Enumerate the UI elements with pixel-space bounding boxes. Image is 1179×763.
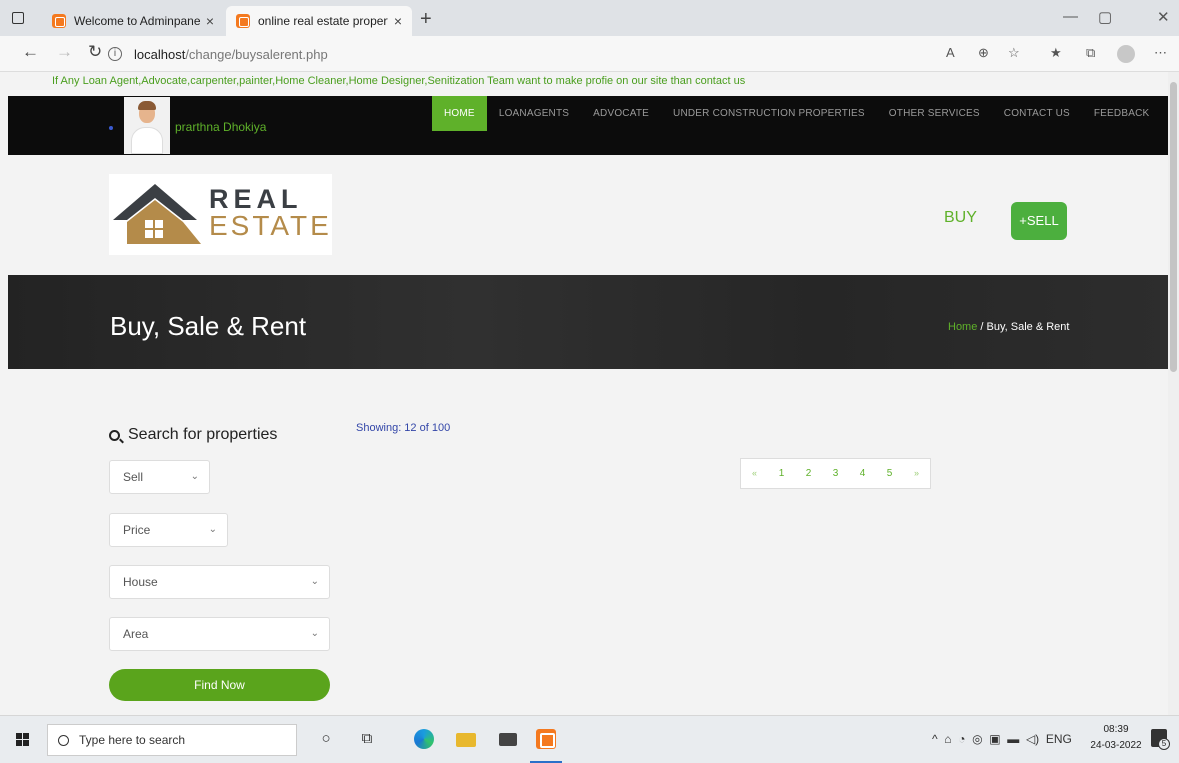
- chevron-down-icon: ⌄: [190, 471, 199, 482]
- nav-loanagents[interactable]: LOANAGENTS: [487, 96, 581, 131]
- more-menu-icon[interactable]: ⋯: [1154, 45, 1167, 61]
- page-5[interactable]: 5: [876, 459, 903, 488]
- system-tray[interactable]: ^ ⌂ ◔ ◎ ▣ ▬ ◁) ENG: [932, 732, 1072, 746]
- price-select[interactable]: Price ⌄: [109, 513, 228, 547]
- nav-feedback[interactable]: FEEDBACK: [1082, 96, 1162, 131]
- search-icon: [109, 429, 120, 441]
- pagination: « 1 2 3 4 5 »: [740, 458, 931, 489]
- property-type-value: House: [123, 575, 158, 589]
- xampp-favicon-icon: [236, 14, 250, 28]
- site-logo[interactable]: REAL ESTATE: [109, 174, 332, 255]
- notification-count: 5: [1158, 738, 1170, 750]
- new-tab-button[interactable]: +: [420, 8, 432, 31]
- nav-advocate[interactable]: ADVOCATE: [581, 96, 661, 131]
- tab-bar: Welcome to Adminpanel × online real esta…: [0, 0, 1179, 36]
- user-avatar[interactable]: [124, 97, 170, 154]
- clock-date: 24-03-2022: [1090, 740, 1142, 751]
- web-page: If Any Loan Agent,Advocate,carpenter,pai…: [0, 72, 1168, 715]
- nav-under-construction[interactable]: UNDER CONSTRUCTION PROPERTIES: [661, 96, 877, 131]
- nav-menu: HOME LOANAGENTS ADVOCATE UNDER CONSTRUCT…: [432, 96, 1161, 131]
- url-path: /change/buysalerent.php: [185, 46, 328, 62]
- forward-icon[interactable]: →: [56, 42, 73, 62]
- edge-browser-icon[interactable]: [414, 729, 434, 749]
- type-select[interactable]: Sell ⌄: [109, 460, 210, 494]
- top-navbar: prarthna Dhokiya HOME LOANAGENTS ADVOCAT…: [8, 96, 1168, 155]
- maximize-button[interactable]: ▢: [1098, 8, 1112, 26]
- file-explorer-icon[interactable]: [456, 733, 476, 747]
- page-scrollbar[interactable]: [1168, 72, 1179, 715]
- chevron-down-icon: ⌄: [310, 576, 319, 587]
- tab-title: online real estate property mana: [258, 14, 388, 28]
- page-next[interactable]: »: [903, 459, 930, 488]
- breadcrumb-home[interactable]: Home: [948, 321, 977, 333]
- notification-center-icon[interactable]: 5: [1151, 729, 1170, 750]
- search-heading: Search for properties: [109, 426, 277, 444]
- results-count: Showing: 12 of 100: [356, 422, 451, 434]
- favorite-add-icon[interactable]: ☆: [1008, 45, 1020, 61]
- xampp-favicon-icon: [52, 14, 66, 28]
- breadcrumb-current: / Buy, Sale & Rent: [977, 321, 1070, 333]
- taskbar-clock[interactable]: 08:39 24-03-2022: [1086, 722, 1146, 754]
- logo-word-estate: ESTATE: [209, 210, 332, 241]
- profile-avatar-icon[interactable]: [1117, 45, 1135, 63]
- notice-text: If Any Loan Agent,Advocate,carpenter,pai…: [52, 75, 746, 87]
- tab-actions-icon[interactable]: [12, 12, 24, 24]
- tab-adminpanel[interactable]: Welcome to Adminpanel ×: [42, 6, 224, 36]
- page-3[interactable]: 3: [822, 459, 849, 488]
- nav-other-services[interactable]: OTHER SERVICES: [877, 96, 992, 131]
- taskbar-search[interactable]: Type here to search: [47, 724, 297, 756]
- tab-real-estate[interactable]: online real estate property mana ×: [226, 6, 412, 36]
- sell-button[interactable]: +SELL: [1011, 202, 1067, 240]
- chevron-down-icon: ⌄: [310, 628, 319, 639]
- url-host: localhost: [134, 46, 186, 62]
- property-type-select[interactable]: House ⌄: [109, 565, 330, 599]
- house-logo-icon: [113, 184, 201, 244]
- refresh-icon[interactable]: ↻: [88, 42, 102, 62]
- windows-taskbar: Type here to search ○ ⧉ ^ ⌂ ◔ ◎ ▣ ▬ ◁) E…: [0, 715, 1179, 763]
- input-language[interactable]: ENG: [1046, 732, 1072, 746]
- tab-title: Welcome to Adminpanel: [74, 14, 200, 28]
- page-1[interactable]: 1: [768, 459, 795, 488]
- scrollbar-thumb[interactable]: [1170, 82, 1177, 372]
- taskbar-search-placeholder: Type here to search: [79, 733, 186, 747]
- price-select-value: Price: [123, 523, 151, 537]
- browser-window: Welcome to Adminpanel × online real esta…: [0, 0, 1179, 763]
- breadcrumb: Home / Buy, Sale & Rent: [948, 321, 1069, 333]
- type-select-value: Sell: [123, 470, 144, 484]
- nav-home[interactable]: HOME: [432, 96, 487, 131]
- windows-start-icon[interactable]: [16, 733, 29, 746]
- area-select[interactable]: Area ⌄: [109, 617, 330, 651]
- page-4[interactable]: 4: [849, 459, 876, 488]
- site-info-icon[interactable]: i: [108, 47, 122, 61]
- tab-close-icon[interactable]: ×: [394, 13, 402, 29]
- zoom-icon[interactable]: ⊕: [978, 45, 989, 61]
- mail-icon[interactable]: [499, 733, 517, 746]
- search-icon: [58, 734, 69, 746]
- page-prev[interactable]: «: [741, 459, 768, 488]
- url-field[interactable]: i localhost/change/buysalerent.php: [108, 41, 928, 67]
- area-select-value: Area: [123, 627, 149, 641]
- page-title: Buy, Sale & Rent: [110, 311, 307, 341]
- minimize-button[interactable]: —: [1063, 8, 1078, 25]
- search-heading-text: Search for properties: [128, 426, 278, 443]
- clock-time: 08:39: [1103, 724, 1129, 735]
- cortana-icon[interactable]: ○: [316, 730, 336, 747]
- favorites-icon[interactable]: ★: [1050, 45, 1062, 61]
- close-button[interactable]: ✕: [1157, 8, 1170, 26]
- find-now-button[interactable]: Find Now: [109, 669, 330, 701]
- back-icon[interactable]: ←: [22, 42, 39, 62]
- collections-icon[interactable]: ⧉: [1086, 45, 1095, 61]
- tab-close-icon[interactable]: ×: [206, 13, 214, 29]
- user-name[interactable]: prarthna Dhokiya: [175, 120, 266, 134]
- nav-dot: [109, 126, 113, 130]
- task-view-icon[interactable]: ⧉: [357, 730, 377, 747]
- chevron-down-icon: ⌄: [208, 524, 217, 535]
- address-bar: ← → ↻ i localhost/change/buysalerent.php…: [0, 36, 1179, 72]
- read-aloud-icon[interactable]: A: [946, 45, 955, 60]
- nav-contact-us[interactable]: CONTACT US: [992, 96, 1082, 131]
- xampp-icon[interactable]: [536, 729, 556, 749]
- page-banner: Buy, Sale & Rent Home / Buy, Sale & Rent: [8, 275, 1168, 369]
- page-2[interactable]: 2: [795, 459, 822, 488]
- buy-link[interactable]: BUY: [944, 209, 977, 227]
